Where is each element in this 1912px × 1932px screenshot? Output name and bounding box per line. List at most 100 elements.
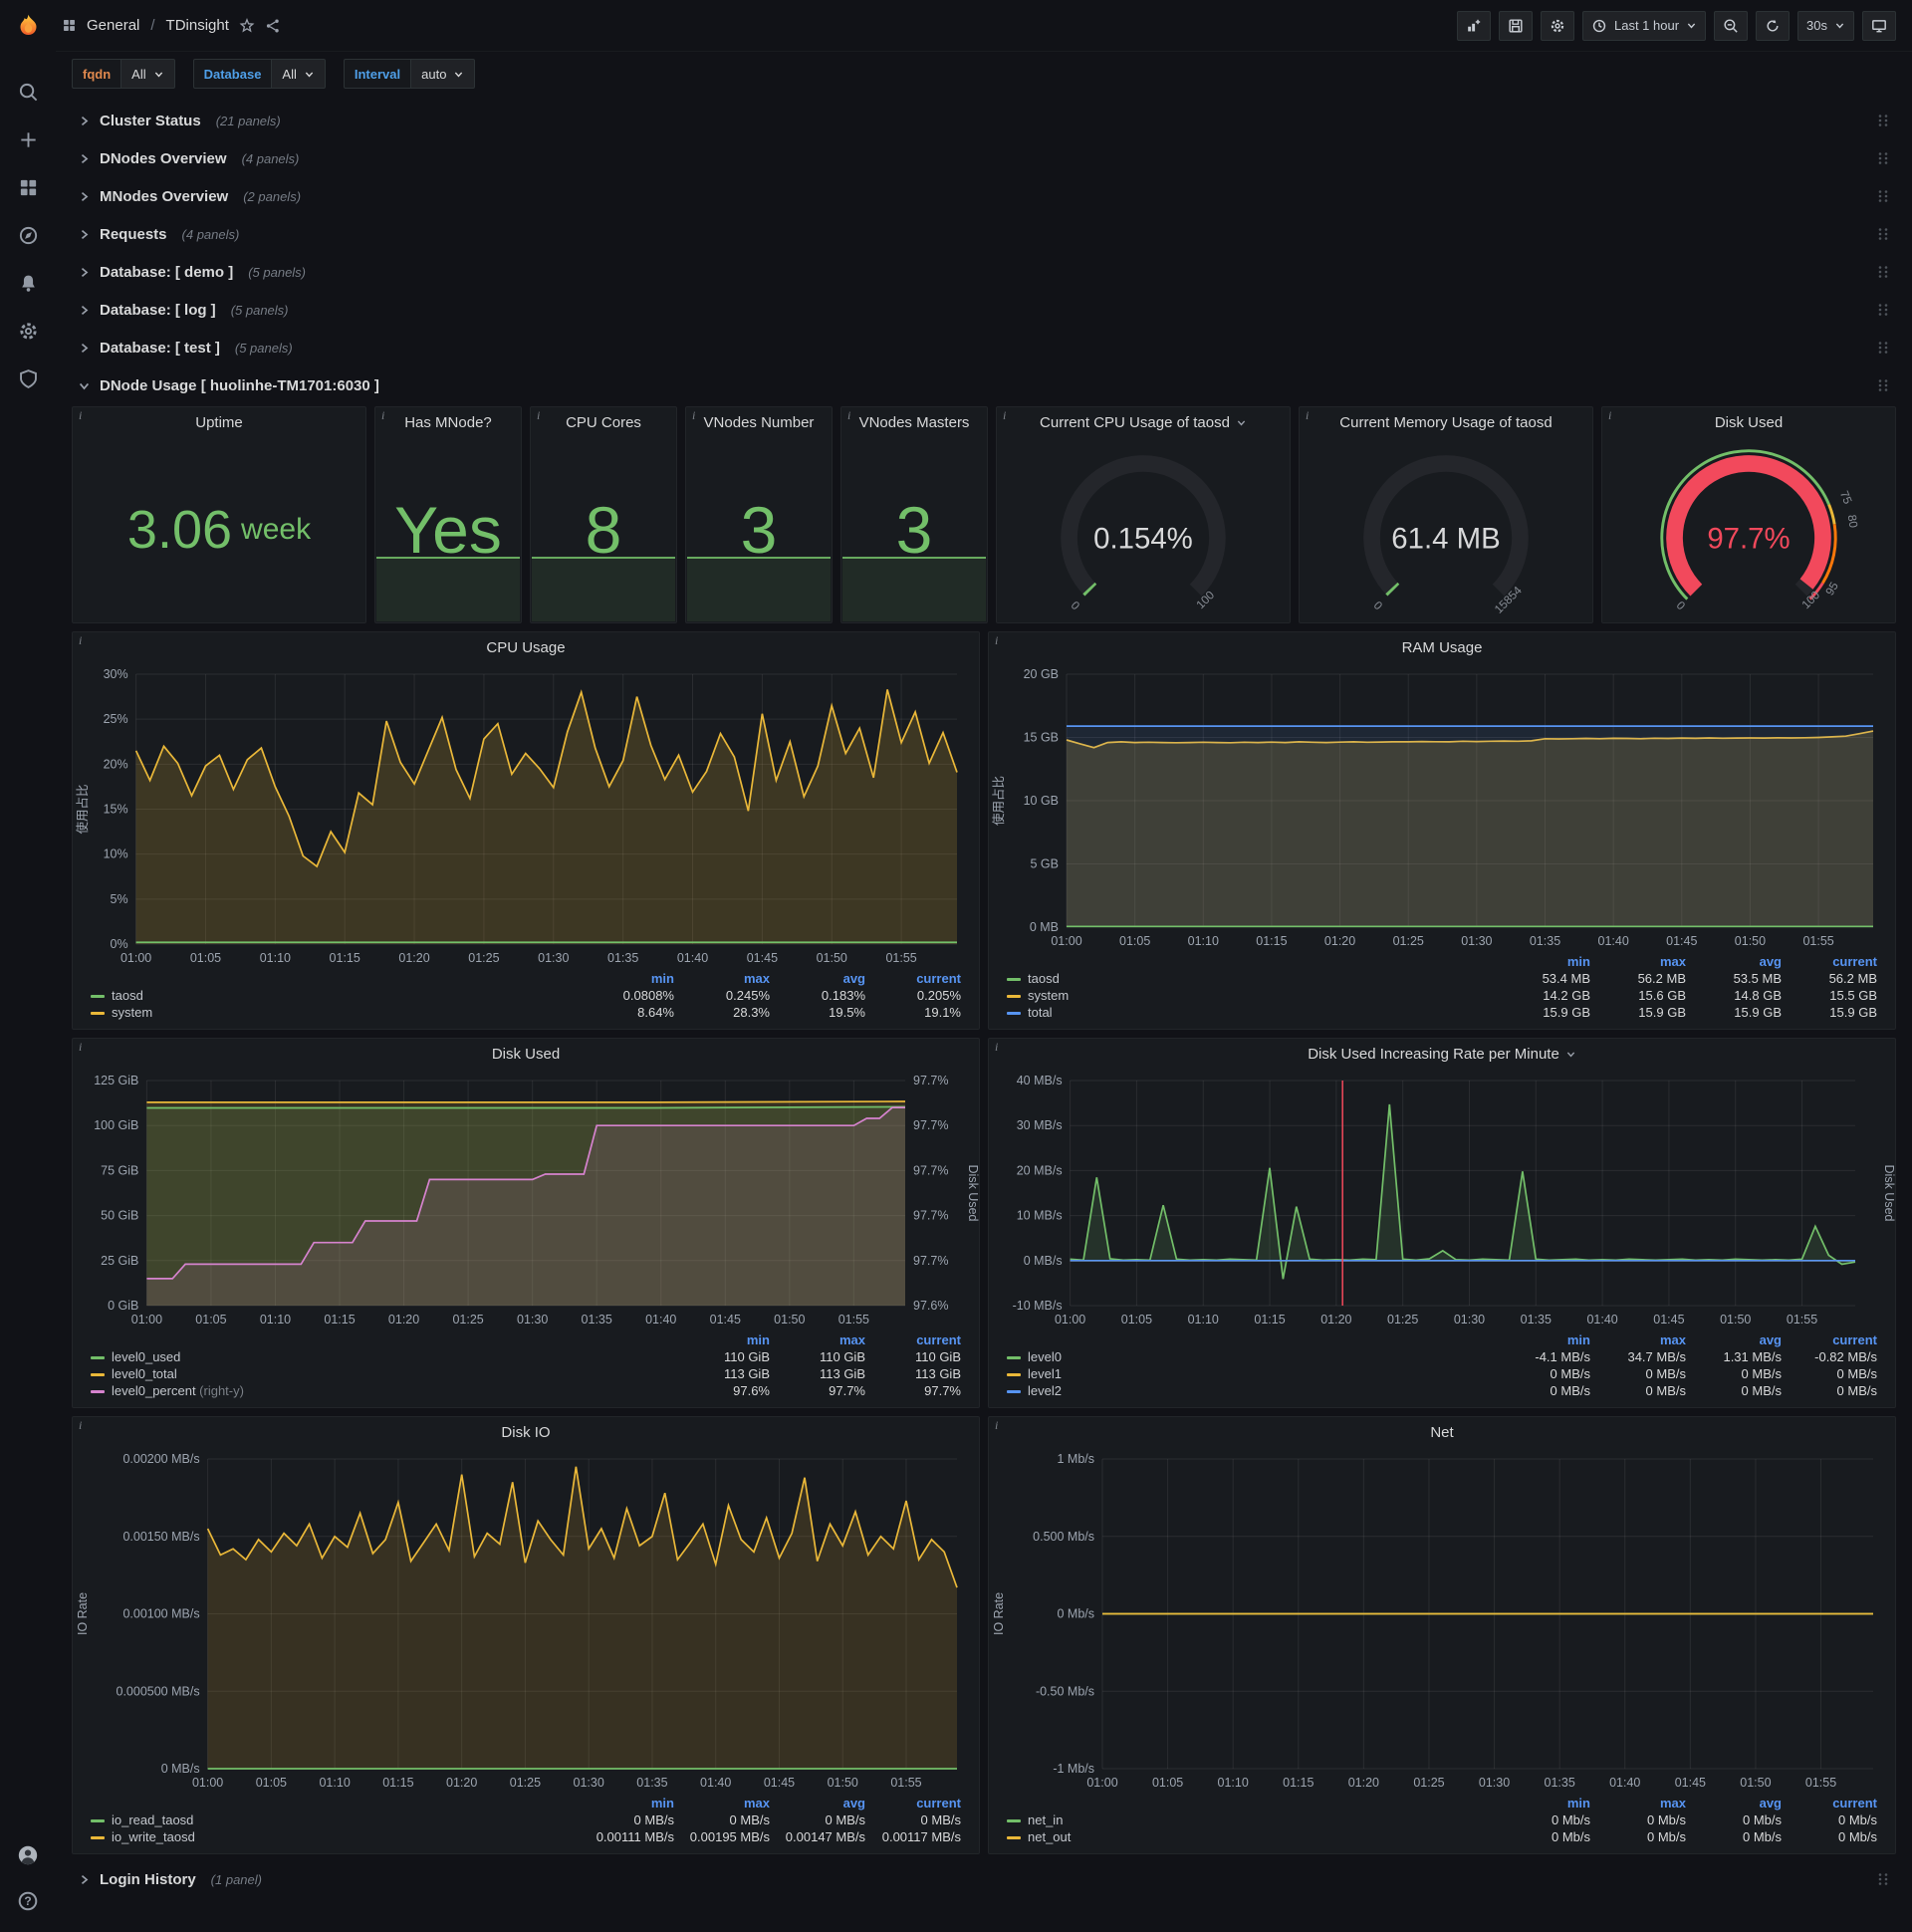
panel-info-icon[interactable]: i xyxy=(1003,408,1006,423)
grafana-logo[interactable] xyxy=(0,0,56,52)
panel-info-icon[interactable]: i xyxy=(79,1040,82,1055)
variable-value-database[interactable]: All xyxy=(272,59,326,89)
panel-info-icon[interactable]: i xyxy=(1306,408,1309,423)
row-drag-handle-icon[interactable] xyxy=(1876,303,1890,317)
legend-series-system[interactable]: system xyxy=(1003,987,1499,1004)
panel-info-icon[interactable]: i xyxy=(79,633,82,648)
panel-info-icon[interactable]: i xyxy=(995,1418,998,1433)
panel-info-icon[interactable]: i xyxy=(537,408,540,423)
chart-net[interactable]: 1 Mb/s0.500 Mb/s0 Mb/s-0.50 Mb/s-1 Mb/s0… xyxy=(989,1447,1895,1795)
share-dashboard-button[interactable] xyxy=(265,18,281,34)
chart-ram-usage[interactable]: 20 GB 15 GB 10 GB 5 GB 0 MB01:00 01:05 01:10 01… xyxy=(989,662,1895,953)
panel-info-icon[interactable]: i xyxy=(995,1040,998,1055)
legend-series-net-out[interactable]: net_out xyxy=(1003,1828,1499,1845)
toolbar-refresh-interval[interactable]: 30s xyxy=(1797,10,1854,41)
row-login-history[interactable]: Login History (1 panel) xyxy=(72,1862,1896,1896)
legend-col-avg[interactable]: avg xyxy=(1690,1795,1786,1811)
panel-title-cpu-cores[interactable]: CPU Cores xyxy=(531,407,676,437)
panel-title-vnodes-number[interactable]: VNodes Number xyxy=(686,407,832,437)
panel-title-cpu-usage[interactable]: CPU Usage xyxy=(73,632,979,662)
legend-col-max[interactable]: max xyxy=(774,1331,869,1348)
row-drag-handle-icon[interactable] xyxy=(1876,265,1890,279)
legend-col-current[interactable]: current xyxy=(1786,1331,1881,1348)
panel-title-net[interactable]: Net xyxy=(989,1417,1895,1447)
sidebar-item-server-admin[interactable] xyxy=(18,368,39,389)
toolbar-refresh[interactable] xyxy=(1756,10,1791,41)
legend-series-level1[interactable]: level1 xyxy=(1003,1365,1499,1382)
row-mnodes-overview[interactable]: MNodes Overview (2 panels) xyxy=(72,179,1896,213)
legend-col-max[interactable]: max xyxy=(678,970,774,987)
legend-col-min[interactable]: min xyxy=(583,970,678,987)
toolbar-time-range[interactable]: Last 1 hour xyxy=(1581,10,1707,41)
toolbar-add-panel[interactable] xyxy=(1456,10,1491,41)
row-drag-handle-icon[interactable] xyxy=(1876,341,1890,355)
row-cluster-status[interactable]: Cluster Status (21 panels) xyxy=(72,104,1896,137)
chart-plot-disk-rate[interactable]: 40 MB/s 30 MB/s 20 MB/s 10 MB/s 0 MB/s -10 MB… xyxy=(989,1069,1895,1331)
chart-plot-ram-usage[interactable]: 20 GB 15 GB 10 GB 5 GB 0 MB 01:00 01:05 01:10 01… xyxy=(989,662,1895,953)
chart-plot-disk-used[interactable]: 125 GiB 97.7% 100 GiB 97.7% 75 GiB 97.7% 50 Gi… xyxy=(73,1069,979,1331)
variable-value-fqdn[interactable]: All xyxy=(121,59,175,89)
dashboard-grid-icon-button[interactable] xyxy=(62,18,77,33)
sidebar-item-configuration[interactable] xyxy=(18,321,39,342)
panel-menu-caret-icon[interactable] xyxy=(1236,417,1247,428)
panel-title-disk-used[interactable]: Disk Used xyxy=(1602,407,1895,437)
panel-title-has-mnode[interactable]: Has MNode? xyxy=(375,407,521,437)
panel-title-current-cpu-usage-of-taosd[interactable]: Current CPU Usage of taosd xyxy=(997,407,1290,437)
panel-title-disk-used[interactable]: Disk Used xyxy=(73,1039,979,1069)
panel-title-disk-used-increasing-rate-per-minute[interactable]: Disk Used Increasing Rate per Minute xyxy=(989,1039,1895,1069)
row-database-demo[interactable]: Database: [ demo ] (5 panels) xyxy=(72,255,1896,289)
breadcrumb-page[interactable]: TDinsight xyxy=(166,17,229,34)
legend-col-min[interactable]: min xyxy=(1499,1331,1594,1348)
toolbar-zoom-out[interactable] xyxy=(1714,10,1749,41)
sidebar-item-alerting[interactable] xyxy=(18,273,39,294)
legend-col-current[interactable]: current xyxy=(1786,953,1881,970)
panel-info-icon[interactable]: i xyxy=(1608,408,1611,423)
sidebar-item-dashboards[interactable] xyxy=(18,177,39,198)
legend-col-min[interactable]: min xyxy=(678,1331,774,1348)
sidebar-item-create[interactable] xyxy=(18,129,39,150)
row-drag-handle-icon[interactable] xyxy=(1876,114,1890,127)
legend-col-avg[interactable]: avg xyxy=(774,1795,869,1811)
row-drag-handle-icon[interactable] xyxy=(1876,189,1890,203)
legend-series-level0-percent[interactable]: level0_percent (right-y) xyxy=(87,1382,678,1399)
panel-title-uptime[interactable]: Uptime xyxy=(73,407,365,437)
legend-col-min[interactable]: min xyxy=(1499,953,1594,970)
panel-menu-caret-icon[interactable] xyxy=(1565,1049,1576,1060)
row-dnode-usage[interactable]: DNode Usage [ huolinhe-TM1701:6030 ] xyxy=(72,368,1896,402)
legend-series-io-write-taosd[interactable]: io_write_taosd xyxy=(87,1828,583,1845)
legend-series-net-in[interactable]: net_in xyxy=(1003,1811,1499,1828)
legend-series-level2[interactable]: level2 xyxy=(1003,1382,1499,1399)
legend-col-current[interactable]: current xyxy=(1786,1795,1881,1811)
sidebar-item-profile[interactable] xyxy=(17,1844,39,1866)
sidebar-item-help[interactable]: ? xyxy=(17,1890,39,1912)
row-drag-handle-icon[interactable] xyxy=(1876,151,1890,165)
star-dashboard-button[interactable] xyxy=(239,17,255,34)
row-dnodes-overview[interactable]: DNodes Overview (4 panels) xyxy=(72,141,1896,175)
chart-plot-disk-io[interactable]: 0.00200 MB/s 0.00150 MB/s 0.00100 MB/s 0.00… xyxy=(73,1447,979,1795)
legend-col-max[interactable]: max xyxy=(1594,1331,1690,1348)
toolbar-dashboard-settings[interactable] xyxy=(1540,10,1574,41)
legend-col-avg[interactable]: avg xyxy=(1690,953,1786,970)
panel-info-icon[interactable]: i xyxy=(381,408,384,423)
toolbar-cycle-view[interactable] xyxy=(1862,10,1896,41)
breadcrumb-section[interactable]: General xyxy=(87,17,139,34)
legend-col-min[interactable]: min xyxy=(583,1795,678,1811)
legend-series-level0[interactable]: level0 xyxy=(1003,1348,1499,1365)
legend-col-current[interactable]: current xyxy=(869,1331,965,1348)
panel-info-icon[interactable]: i xyxy=(79,408,82,423)
legend-series-taosd[interactable]: taosd xyxy=(87,987,583,1004)
chart-cpu-usage[interactable]: 30% 25% 20% 15% 10% 5% 0%01:00 01:05 01:10 01:15 0… xyxy=(73,662,979,970)
legend-col-current[interactable]: current xyxy=(869,1795,965,1811)
chart-disk-io[interactable]: 0.00200 MB/s 0.00150 MB/s 0.00100 MB/s 0.00… xyxy=(73,1447,979,1795)
legend-col-avg[interactable]: avg xyxy=(1690,1331,1786,1348)
legend-series-taosd[interactable]: taosd xyxy=(1003,970,1499,987)
legend-col-max[interactable]: max xyxy=(1594,953,1690,970)
row-database-log[interactable]: Database: [ log ] (5 panels) xyxy=(72,293,1896,327)
legend-series-total[interactable]: total xyxy=(1003,1004,1499,1021)
sidebar-item-explore[interactable] xyxy=(18,225,39,246)
panel-info-icon[interactable]: i xyxy=(847,408,850,423)
panel-info-icon[interactable]: i xyxy=(79,1418,82,1433)
chart-plot-cpu-usage[interactable]: 30% 25% 20% 15% 10% 5% 0% 01:00 01:05 01:10 01:15 0… xyxy=(73,662,979,970)
toolbar-save-dashboard[interactable] xyxy=(1498,10,1533,41)
legend-series-level0-total[interactable]: level0_total xyxy=(87,1365,678,1382)
